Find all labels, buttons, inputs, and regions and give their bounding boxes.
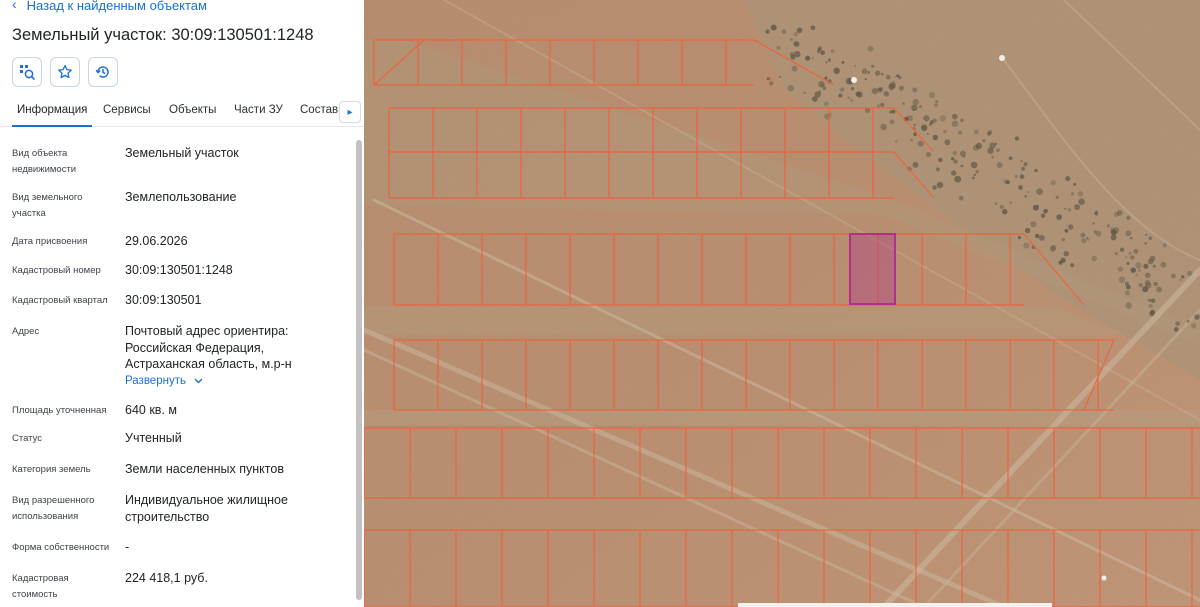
label-cadastral-number: Кадастровый номер: [12, 265, 101, 276]
terrain-texture: [364, 0, 1200, 607]
star-icon: [58, 64, 72, 79]
value-assignment-date: 29.06.2026: [125, 234, 188, 248]
satellite-map[interactable]: [364, 0, 1200, 607]
label-cadastral-value: Кадастровая стоимость: [12, 573, 69, 600]
tab-composition[interactable]: Состав: [300, 96, 338, 126]
history-icon: [95, 66, 109, 78]
tabs-scroll-right-button[interactable]: ▸: [339, 101, 361, 123]
value-land-type: Землепользование: [125, 190, 237, 204]
label-status: Статус: [12, 433, 43, 444]
value-address: Почтовый адрес ориентира: Российская Фед…: [125, 324, 292, 371]
map-view[interactable]: [364, 0, 1200, 607]
expand-label: Развернуть: [125, 375, 186, 387]
label-land-category: Категория земель: [12, 464, 91, 475]
label-assignment-date: Дата присвоения: [12, 236, 88, 247]
label-area: Площадь уточненная: [12, 405, 107, 416]
label-ownership-form: Форма собственности: [12, 542, 110, 553]
back-link-label: Назад к найденным объектам: [26, 0, 207, 13]
chevron-down-icon: [194, 378, 203, 384]
value-cadastral-number: 30:09:130501:1248: [125, 263, 233, 277]
selected-parcel[interactable]: [849, 233, 896, 305]
value-object-type: Земельный участок: [125, 146, 239, 160]
label-object-type: Вид объекта недвижимости: [12, 148, 77, 175]
value-permitted-use: Индивидуальное жилищное строительство: [125, 493, 288, 524]
value-area: 640 кв. м: [125, 403, 177, 417]
favorite-button[interactable]: [50, 57, 80, 87]
panel-scrollbar[interactable]: [356, 140, 362, 600]
back-link[interactable]: ‹ Назад к найденным объектам: [12, 0, 207, 14]
history-button[interactable]: [88, 57, 118, 87]
expand-address-link[interactable]: Развернуть: [125, 375, 203, 387]
value-cadastral-block: 30:09:130501: [125, 293, 202, 307]
chevron-right-icon: ▸: [347, 106, 353, 118]
label-land-type: Вид земельного участка: [12, 192, 83, 219]
tab-parts[interactable]: Части ЗУ: [234, 96, 283, 126]
map-bottom-bar: [738, 603, 1052, 607]
tab-objects[interactable]: Объекты: [169, 96, 216, 126]
tab-bar: Информация Сервисы Объекты Части ЗУ Сост…: [0, 96, 364, 127]
map-locate-button[interactable]: [12, 57, 42, 87]
label-address: Адрес: [12, 326, 40, 337]
tab-information[interactable]: Информация: [11, 96, 93, 127]
label-cadastral-block: Кадастровый квартал: [12, 295, 108, 306]
page-title: Земельный участок: 30:09:130501:1248: [12, 26, 314, 44]
value-cadastral-value: 224 418,1 руб.: [125, 571, 208, 585]
label-permitted-use: Вид разрешенного использования: [12, 495, 95, 522]
locate-map-icon: [20, 65, 36, 81]
value-status: Учтенный: [125, 431, 182, 445]
value-ownership-form: -: [125, 540, 130, 554]
chevron-left-icon: ‹: [12, 0, 17, 12]
info-panel: ‹ Назад к найденным объектам Земельный у…: [0, 0, 364, 607]
value-land-category: Земли населенных пунктов: [125, 462, 284, 476]
tab-services[interactable]: Сервисы: [103, 96, 151, 126]
